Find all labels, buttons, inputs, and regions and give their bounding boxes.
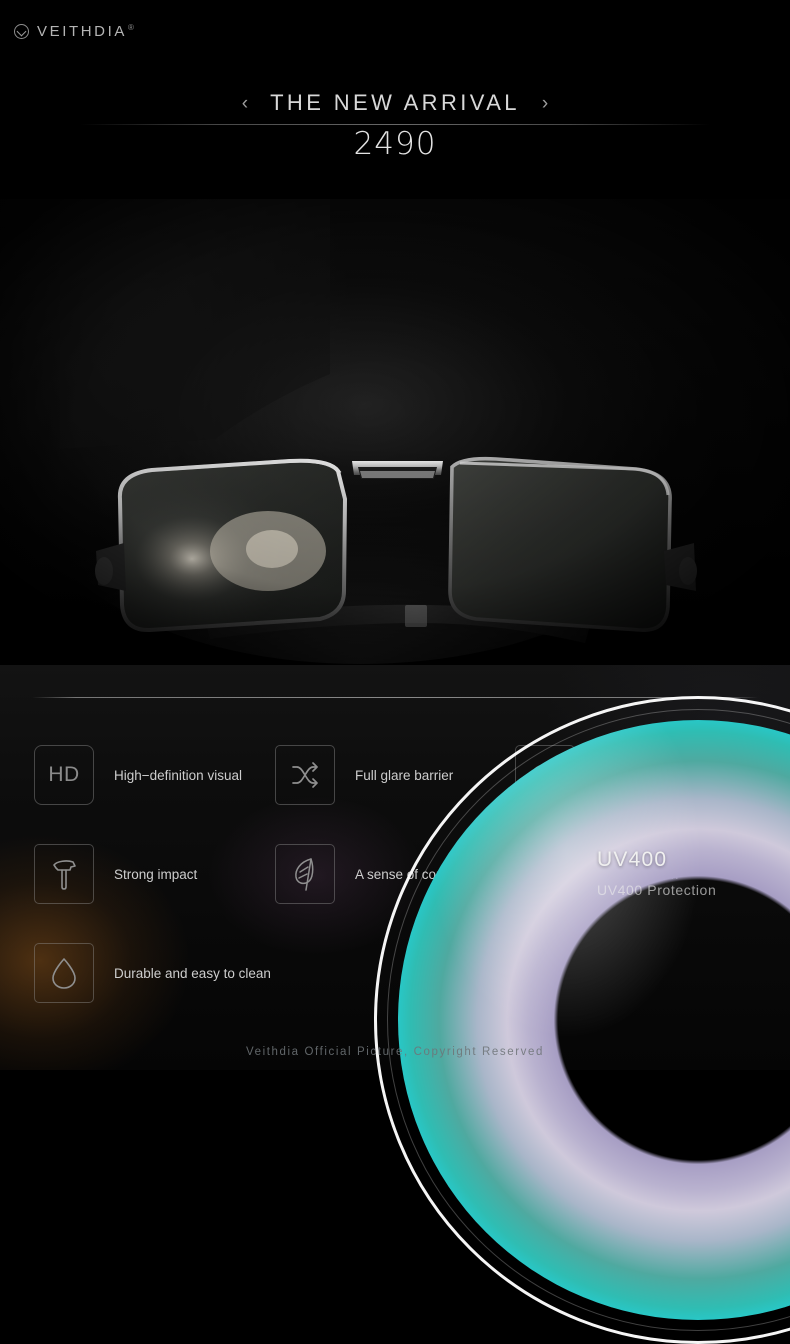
sunglasses-product-image [0,199,790,665]
feature-item-full-glare-barrier[interactable]: Full glare barrier [275,745,453,805]
registered-trademark-icon: ® [127,22,134,32]
hammer-icon [34,844,94,904]
uv400-title: UV400 [597,848,668,871]
hero-divider [80,124,710,125]
feather-icon [275,844,335,904]
shuffle-icon [275,745,335,805]
hd-icon-label: HD [48,763,80,786]
hero-title-row: ‹ THE NEW ARRIVAL › [0,90,790,116]
uv400-badge: UV400 UV400 Protection [597,848,716,898]
feature-label: Durable and easy to clean [114,965,271,981]
product-model-number: 2490 [353,126,437,162]
brand-logo[interactable]: VEITHDIA® [14,20,134,42]
uv400-subtitle: UV400 Protection [597,882,717,898]
brand-name: VEITHDIA® [37,22,134,40]
product-image-section [0,199,790,665]
page-title: THE NEW ARRIVAL [270,90,520,115]
droplet-icon [34,943,94,1003]
feature-label: High−definition visual [114,767,242,783]
next-arrow-button[interactable]: › [538,92,552,115]
feature-item-strong-impact[interactable]: Strong impact [34,844,197,904]
feature-label: Full glare barrier [355,767,454,783]
copyright-notice: Veithdia Official Picture, Copyright Res… [245,1046,545,1058]
hero-section: VEITHDIA® ‹ THE NEW ARRIVAL › 2490 [0,0,790,199]
feature-item-high-definition-visual[interactable]: HD High−definition visual [34,745,242,805]
feature-label: Strong impact [114,866,198,882]
hd-icon: HD [34,745,94,805]
feature-item-durable-easy-to-clean[interactable]: Durable and easy to clean [34,943,271,1003]
prev-arrow-button[interactable]: ‹ [238,92,252,115]
features-divider [32,697,758,698]
chevron-in-circle-icon [14,23,29,39]
